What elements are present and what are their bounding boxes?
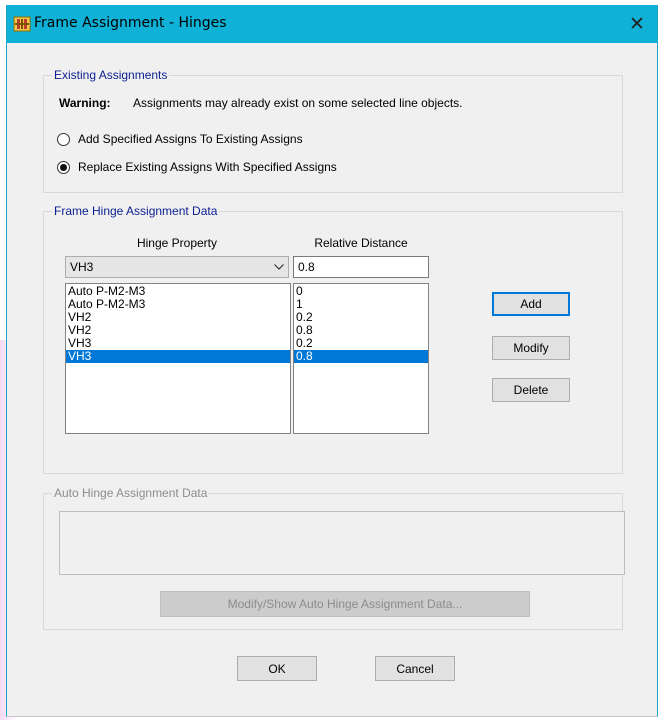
hinge-data-group: Frame Hinge Assignment Data Hinge Proper… <box>43 204 623 474</box>
list-item-selected[interactable]: VH3 <box>66 350 290 363</box>
list-item[interactable]: 1 <box>294 298 428 311</box>
delete-button[interactable]: Delete <box>492 378 570 402</box>
hinge-property-dropdown[interactable]: VH3 <box>65 256 289 278</box>
list-item[interactable]: 0.8 <box>294 324 428 337</box>
radio-replace-existing-label: Replace Existing Assigns With Specified … <box>78 160 337 174</box>
relative-distance-header: Relative Distance <box>314 236 408 250</box>
ok-button[interactable]: OK <box>237 656 317 681</box>
cancel-button[interactable]: Cancel <box>375 656 455 681</box>
radio-button-checked[interactable] <box>57 160 70 174</box>
dialog-window: Frame Assignment - Hinges ✕ Existing Ass… <box>6 5 658 717</box>
modify-show-auto-hinge-button[interactable]: Modify/Show Auto Hinge Assignment Data..… <box>160 591 530 617</box>
close-button[interactable]: ✕ <box>617 5 657 43</box>
warning-text: Assignments may already exist on some se… <box>133 96 463 110</box>
list-item-selected[interactable]: 0.8 <box>294 350 428 363</box>
existing-assignments-group: Existing Assignments Warning: Assignment… <box>43 68 623 193</box>
list-item[interactable]: VH3 <box>66 337 290 350</box>
hinge-data-title: Frame Hinge Assignment Data <box>52 204 220 218</box>
relative-distance-input[interactable]: 0.8 <box>293 256 429 278</box>
add-button[interactable]: Add <box>492 292 570 316</box>
relative-distance-list[interactable]: 0 1 0.2 0.8 0.2 0.8 <box>293 283 429 434</box>
chevron-down-icon <box>274 264 284 270</box>
radio-replace-existing[interactable]: Replace Existing Assigns With Specified … <box>57 160 337 174</box>
radio-button-unchecked[interactable] <box>57 132 70 146</box>
app-icon <box>13 16 31 32</box>
modify-button[interactable]: Modify <box>492 336 570 360</box>
hinge-property-list[interactable]: Auto P-M2-M3 Auto P-M2-M3 VH2 VH2 VH3 VH… <box>65 283 291 434</box>
auto-hinge-group: Auto Hinge Assignment Data Modify/Show A… <box>43 486 625 630</box>
existing-assignments-title: Existing Assignments <box>52 68 170 82</box>
title-bar[interactable]: Frame Assignment - Hinges ✕ <box>7 5 657 43</box>
window-title: Frame Assignment - Hinges <box>34 15 227 31</box>
hinge-property-value: VH3 <box>70 260 94 274</box>
auto-hinge-display <box>59 511 625 575</box>
hinge-property-header: Hinge Property <box>136 236 218 250</box>
list-item[interactable]: 0.2 <box>294 311 428 324</box>
list-item[interactable]: VH2 <box>66 324 290 337</box>
radio-add-to-existing-label: Add Specified Assigns To Existing Assign… <box>78 132 303 146</box>
radio-add-to-existing[interactable]: Add Specified Assigns To Existing Assign… <box>57 132 303 146</box>
auto-hinge-title: Auto Hinge Assignment Data <box>52 486 210 500</box>
list-item[interactable]: 0.2 <box>294 337 428 350</box>
list-item[interactable]: Auto P-M2-M3 <box>66 298 290 311</box>
list-item[interactable]: VH2 <box>66 311 290 324</box>
warning-label: Warning: <box>59 96 111 110</box>
relative-distance-value: 0.8 <box>298 260 315 274</box>
close-icon: ✕ <box>629 13 645 35</box>
list-item[interactable]: 0 <box>294 285 428 298</box>
